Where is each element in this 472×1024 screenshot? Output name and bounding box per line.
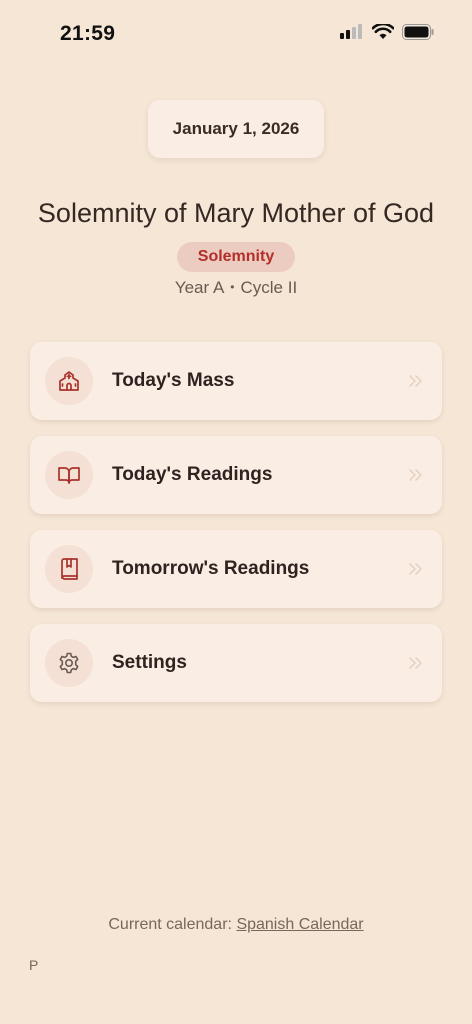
menu-item-label: Settings (112, 652, 187, 673)
gear-icon (59, 652, 79, 674)
menu-icon-circle (45, 451, 93, 499)
double-chevron-right-icon (409, 657, 422, 669)
double-chevron-right-icon (409, 469, 422, 481)
menu-item-label: Tomorrow's Readings (112, 558, 310, 579)
date-selector-button[interactable]: January 1, 2026 (148, 100, 324, 158)
date-label: January 1, 2026 (172, 119, 300, 138)
current-calendar-prefix: Current calendar: (108, 916, 232, 933)
open-book-icon (58, 467, 80, 484)
separator-dot: • (230, 280, 235, 294)
status-icons (340, 24, 434, 40)
feast-title: Solemnity of Mary Mother of God (37, 198, 435, 228)
menu-item-label: Today's Readings (112, 464, 273, 485)
menu-item-tomorrows-readings[interactable]: Tomorrow's Readings (30, 530, 442, 608)
menu-item-settings[interactable]: Settings (30, 624, 442, 702)
corner-letter: P (29, 957, 39, 973)
church-icon (59, 371, 79, 391)
double-chevron-right-icon (409, 563, 422, 575)
current-calendar-line: Current calendar: Spanish Calendar (0, 916, 472, 934)
bookmark-book-icon (61, 558, 78, 580)
menu-icon-circle (45, 545, 93, 593)
status-bar: 21:59 (0, 0, 472, 70)
liturgical-year: Year A (174, 278, 225, 297)
main-menu: Today's Mass Today's Readings Tomorrow's… (30, 342, 442, 718)
weekday-cycle: Cycle II (240, 278, 298, 297)
liturgical-cycle-line: Year A • Cycle II (0, 278, 472, 298)
battery-icon (402, 24, 434, 40)
wifi-icon (372, 24, 394, 39)
menu-item-todays-readings[interactable]: Today's Readings (30, 436, 442, 514)
menu-icon-circle (45, 357, 93, 405)
menu-item-label: Today's Mass (112, 370, 235, 391)
menu-icon-circle (45, 639, 93, 687)
menu-item-todays-mass[interactable]: Today's Mass (30, 342, 442, 420)
status-time: 21:59 (60, 22, 116, 45)
calendar-link[interactable]: Spanish Calendar (236, 916, 363, 933)
rank-badge: Solemnity (177, 242, 295, 272)
double-chevron-right-icon (409, 375, 422, 387)
cellular-signal-icon (340, 24, 362, 39)
